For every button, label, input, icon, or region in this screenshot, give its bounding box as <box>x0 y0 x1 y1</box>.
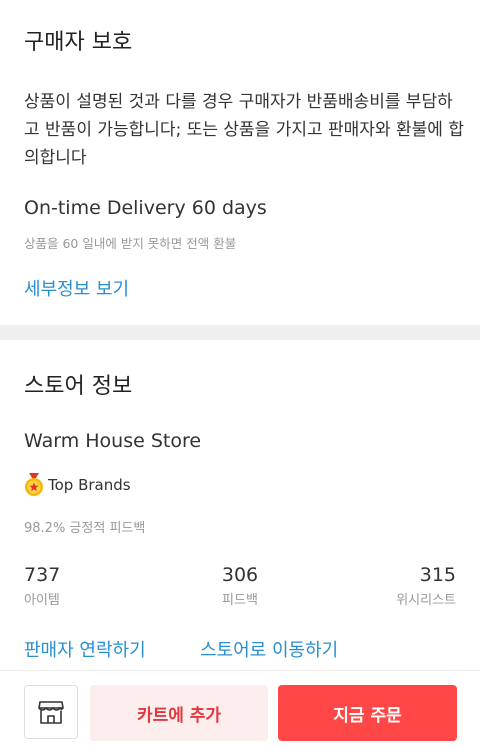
buy-now-button[interactable]: 지금 주문 <box>278 685 457 741</box>
feedback-percent: 98.2% 긍정적 피드백 <box>24 521 146 536</box>
buyer-protection-section: 구매자 보호 상품이 설명된 것과 다를 경우 구매자가 반품배송비를 부담하고… <box>0 0 480 325</box>
medal-icon <box>25 473 43 496</box>
store-name[interactable]: Warm House Store <box>24 430 201 452</box>
stat-wishlist[interactable]: 315 위시리스트 <box>396 564 456 608</box>
buyer-protection-description: 상품이 설명된 것과 다를 경우 구매자가 반품배송비를 부담하고 반품이 가능… <box>24 92 464 168</box>
store-info-title: 스토어 정보 <box>24 374 133 399</box>
stat-items-label: 아이템 <box>24 593 60 608</box>
add-to-cart-button[interactable]: 카트에 추가 <box>90 685 268 741</box>
stat-wishlist-label: 위시리스트 <box>396 593 456 608</box>
delivery-guarantee-title: On-time Delivery 60 days <box>24 197 267 219</box>
stat-feedback-label: 피드백 <box>222 593 258 608</box>
stat-items[interactable]: 737 아이템 <box>24 564 60 608</box>
stat-items-value: 737 <box>24 564 61 586</box>
buyer-protection-title: 구매자 보호 <box>24 30 133 55</box>
top-brands-badge: Top Brands <box>24 473 131 497</box>
delivery-guarantee-note: 상품을 60 일내에 받지 못하면 전액 환불 <box>24 236 237 251</box>
section-divider <box>0 325 480 340</box>
go-to-store-link[interactable]: 스토어로 이동하기 <box>200 636 338 662</box>
stat-wishlist-value: 315 <box>419 564 456 586</box>
contact-seller-link[interactable]: 판매자 연락하기 <box>24 636 146 662</box>
storefront-icon <box>38 701 64 724</box>
stat-feedback-value: 306 <box>221 564 259 586</box>
store-button[interactable] <box>24 685 78 739</box>
view-details-link[interactable]: 세부정보 보기 <box>24 275 129 301</box>
stat-feedback[interactable]: 306 피드백 <box>200 564 280 608</box>
top-brands-label: Top Brands <box>48 476 131 494</box>
store-info-section: 스토어 정보 Warm House Store Top Brands 98.2%… <box>0 340 480 670</box>
bottom-action-bar: 카트에 추가 지금 주문 <box>0 670 480 750</box>
